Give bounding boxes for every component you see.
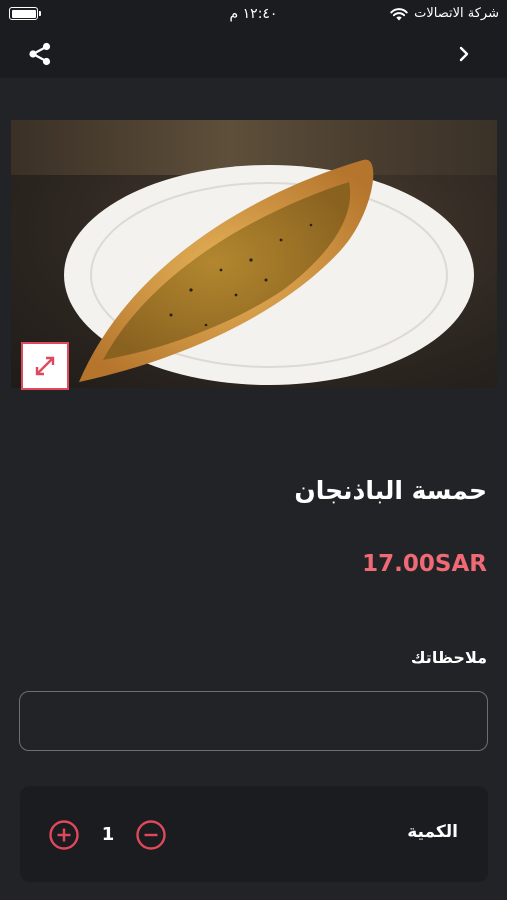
plus-circle-icon[interactable] xyxy=(48,819,80,851)
carrier-name: شركة الاتصالات xyxy=(414,6,499,21)
quantity-value: 1 xyxy=(101,824,115,845)
share-icon xyxy=(29,42,51,66)
wifi-icon xyxy=(390,7,408,20)
expand-image-button[interactable] xyxy=(21,342,69,390)
back-button[interactable] xyxy=(447,38,481,70)
chevron-right-icon xyxy=(459,46,469,62)
product-image xyxy=(11,120,497,388)
product-title: حمسة الباذنجان xyxy=(294,476,487,505)
quantity-card: 1 الكمية xyxy=(20,786,488,882)
product-photo xyxy=(64,159,474,385)
status-bar: ١٢:٤٠ م شركة الاتصالات xyxy=(0,0,507,30)
quantity-label: الكمية xyxy=(407,822,458,842)
nav-bar xyxy=(0,30,507,78)
carrier-info: شركة الاتصالات xyxy=(390,6,499,21)
share-button[interactable] xyxy=(23,38,57,70)
notes-input[interactable] xyxy=(19,691,488,751)
minus-circle-icon[interactable] xyxy=(135,819,167,851)
notes-label: ملاحظاتك xyxy=(410,648,487,667)
product-price: 17.00SAR xyxy=(362,551,487,577)
expand-icon xyxy=(35,356,55,376)
